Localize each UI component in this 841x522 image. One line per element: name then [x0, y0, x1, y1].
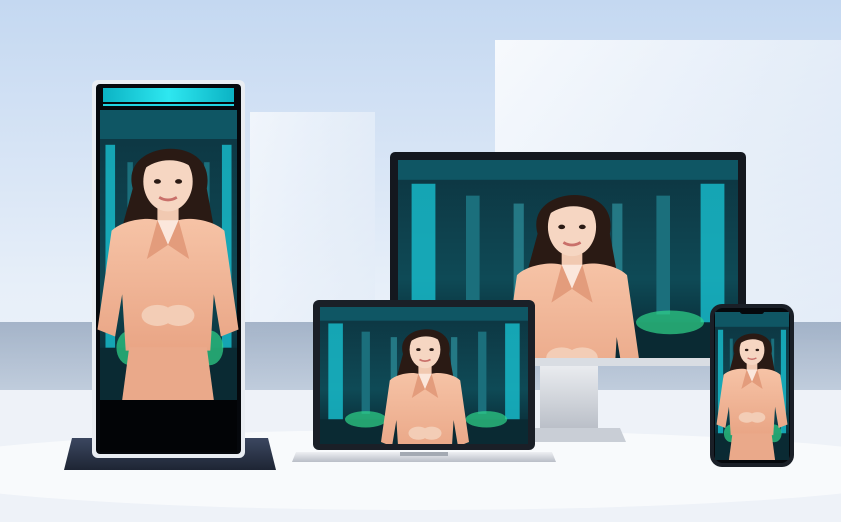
monitor-stand: [540, 360, 598, 430]
kiosk-header-light: [103, 88, 234, 102]
showcase-illustration: [0, 0, 841, 522]
smartphone: [710, 304, 794, 467]
glass-panel-left: [250, 112, 375, 332]
showcase-scene: [0, 0, 841, 522]
laptop: [292, 300, 556, 462]
kiosk-display: [64, 80, 276, 470]
